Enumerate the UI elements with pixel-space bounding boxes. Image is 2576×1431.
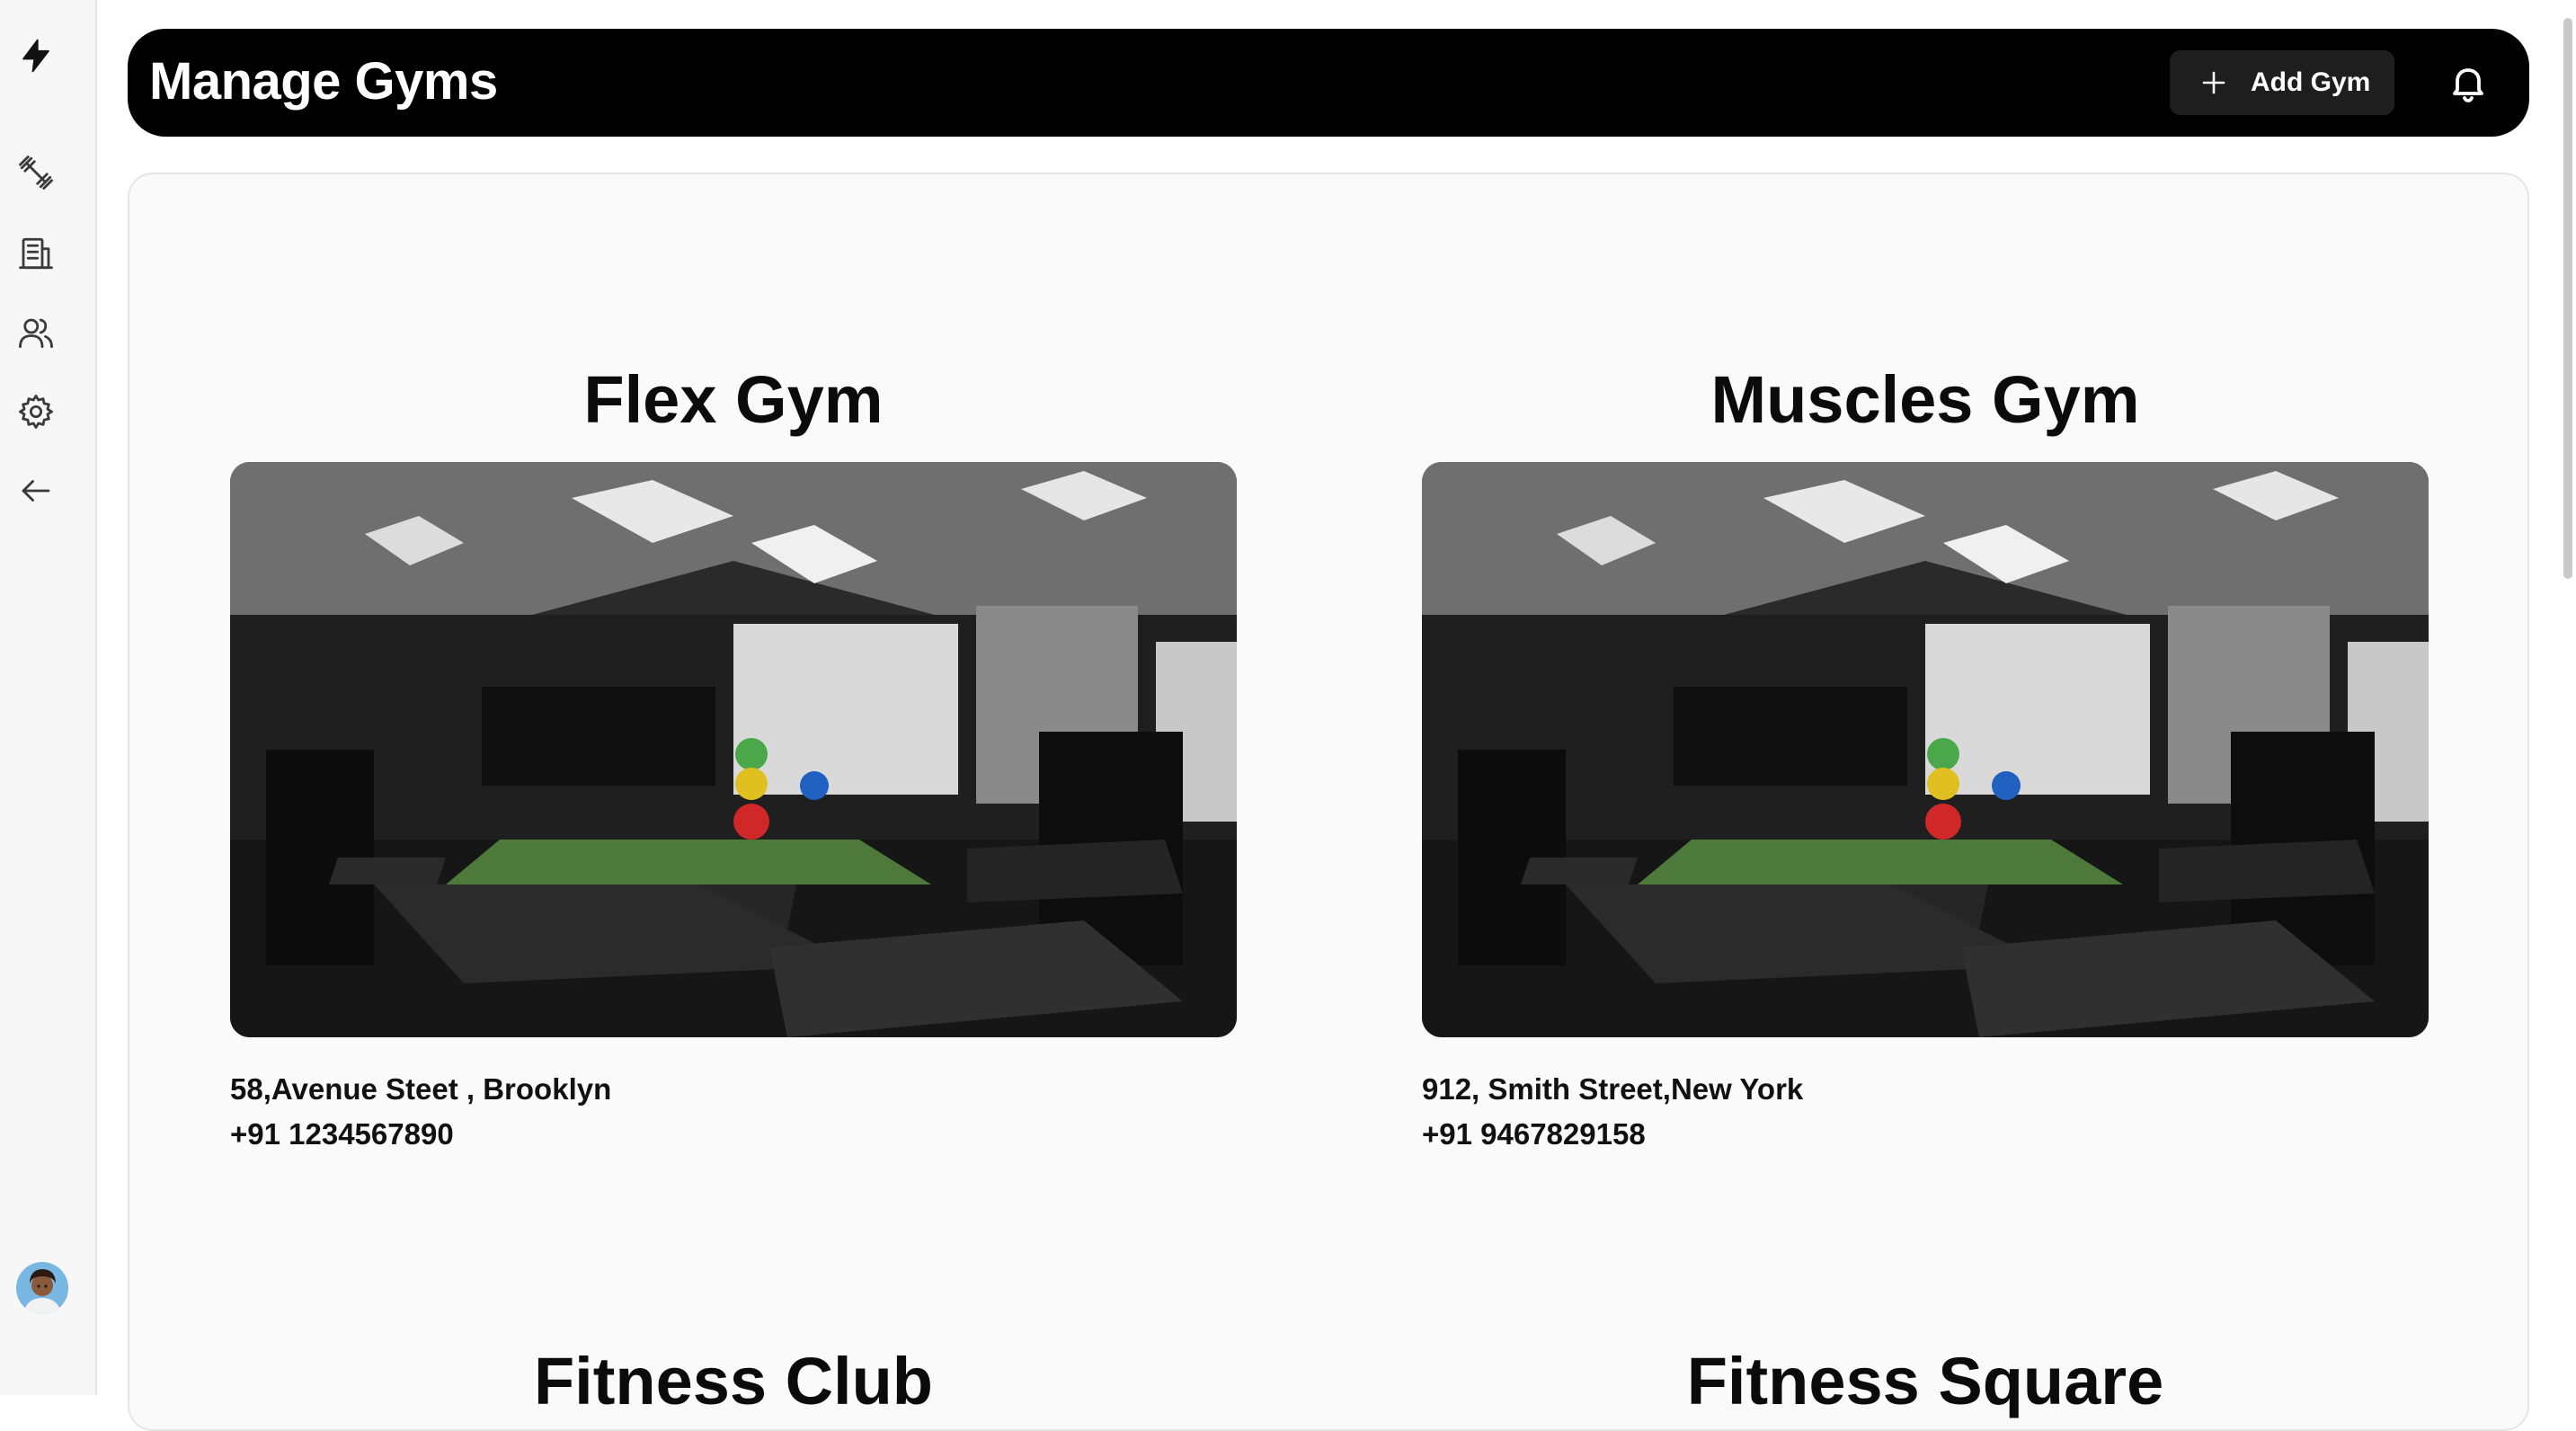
page-title: Manage Gyms: [149, 52, 498, 111]
users-icon[interactable]: [16, 313, 56, 352]
header-bar: Manage Gyms Add Gym: [128, 29, 2529, 137]
gym-photo[interactable]: [1422, 462, 2429, 1037]
gym-name: Fitness Club: [533, 1344, 934, 1418]
gym-address: 912, Smith Street,New York: [1422, 1072, 1804, 1106]
add-gym-button[interactable]: Add Gym: [2170, 50, 2394, 115]
dumbbell-icon[interactable]: [16, 153, 56, 192]
gym-list: Flex Gym 58,Avenue Steet , Brooklyn +91 …: [128, 173, 2529, 1431]
bell-icon[interactable]: [2447, 61, 2490, 104]
gym-name: Flex Gym: [583, 362, 884, 437]
bolt-logo-icon[interactable]: [16, 36, 56, 76]
scrollbar[interactable]: [2563, 18, 2572, 579]
gym-phone: +91 9467829158: [1422, 1117, 1646, 1151]
sidebar: [0, 0, 97, 1395]
add-gym-label: Add Gym: [2251, 67, 2371, 97]
arrow-left-icon[interactable]: [16, 471, 56, 511]
user-avatar[interactable]: [16, 1262, 68, 1314]
gym-address: 58,Avenue Steet , Brooklyn: [230, 1072, 612, 1106]
gym-name: Fitness Square: [1686, 1344, 2164, 1418]
gym-name: Muscles Gym: [1710, 362, 2140, 437]
building-icon[interactable]: [16, 234, 56, 273]
gym-photo[interactable]: [230, 462, 1237, 1037]
gear-icon[interactable]: [16, 392, 56, 431]
plus-icon: [2200, 69, 2227, 96]
gym-phone: +91 1234567890: [230, 1117, 454, 1151]
